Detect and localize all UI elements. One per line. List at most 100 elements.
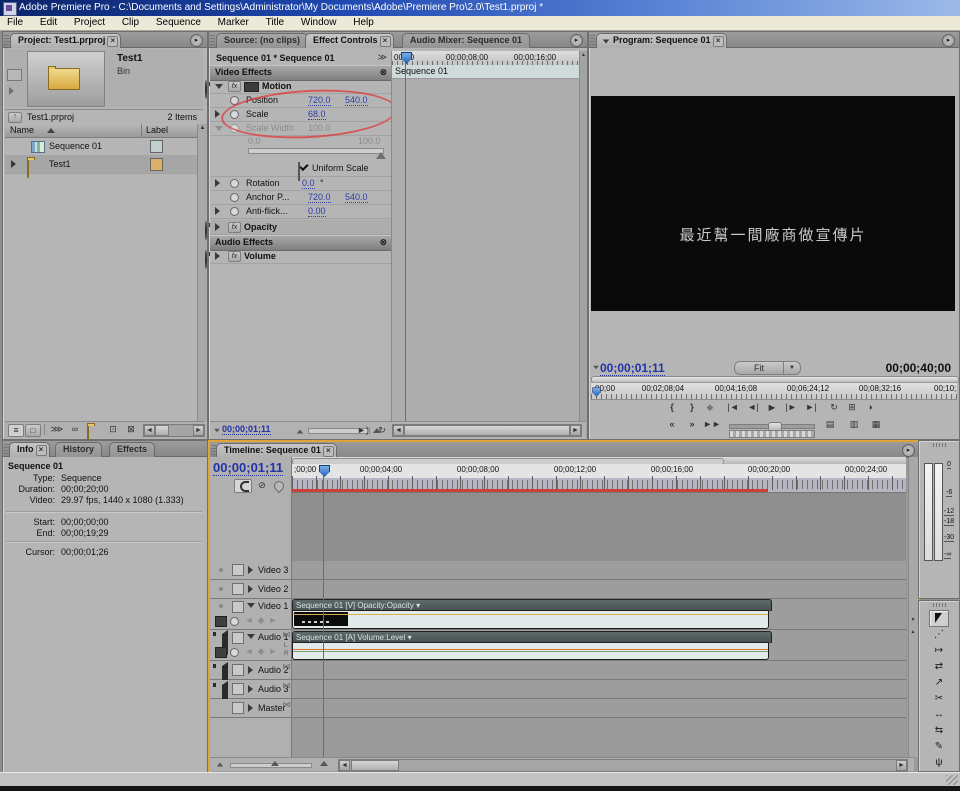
scroll-left-icon[interactable]: ◄ bbox=[339, 760, 350, 771]
timeline-playhead-line[interactable] bbox=[323, 474, 324, 757]
prev-keyframe-icon[interactable]: ◄ bbox=[244, 615, 254, 625]
stopwatch-icon[interactable] bbox=[205, 221, 207, 240]
safe-margins-button[interactable]: ⊞ bbox=[845, 402, 859, 413]
output-button[interactable]: ◑ bbox=[863, 402, 877, 412]
track-lock-toggle[interactable] bbox=[232, 683, 244, 695]
scroll-right-icon[interactable]: ► bbox=[193, 425, 204, 436]
play-audio-icon[interactable]: ►) bbox=[356, 425, 370, 435]
menu-sequence[interactable]: Sequence bbox=[149, 16, 208, 30]
sync-icon[interactable]: ⋈ bbox=[282, 700, 291, 709]
ec-hscrollbar[interactable]: ◄ ► bbox=[392, 424, 582, 437]
keyframe-toggle-icon[interactable] bbox=[230, 96, 239, 105]
expand-icon[interactable] bbox=[248, 685, 253, 693]
panel-grip[interactable] bbox=[933, 443, 947, 447]
delete-icon[interactable]: ⊠ bbox=[124, 424, 138, 435]
scroll-left-icon[interactable]: ◄ bbox=[393, 425, 404, 436]
tab-close-button[interactable]: × bbox=[36, 445, 47, 456]
trim-button[interactable]: ▦ bbox=[869, 419, 883, 430]
ec-vscrollbar[interactable]: ▲ bbox=[579, 51, 587, 438]
effect-row-volume[interactable]: fx Volume bbox=[210, 249, 391, 264]
menu-window[interactable]: Window bbox=[294, 16, 344, 30]
sync-icon[interactable]: ⋈ bbox=[282, 662, 291, 671]
tab-close-button[interactable]: × bbox=[713, 36, 724, 47]
expand-icon[interactable] bbox=[248, 585, 253, 593]
column-label[interactable]: Label bbox=[146, 125, 168, 135]
set-in-button[interactable]: { bbox=[665, 402, 679, 412]
expand-icon[interactable] bbox=[248, 566, 253, 574]
expand-icon[interactable] bbox=[248, 704, 253, 712]
tab-project[interactable]: Project: Test1.prproj × bbox=[10, 33, 121, 48]
panel-grip[interactable] bbox=[933, 603, 947, 607]
zoom-out-icon[interactable] bbox=[217, 763, 223, 767]
antiflicker-value[interactable]: 0.00 bbox=[308, 206, 326, 217]
set-encore-marker-icon[interactable]: ⊘ bbox=[256, 480, 268, 491]
tool-slip[interactable]: ↔ bbox=[930, 708, 948, 723]
go-to-out-button[interactable]: ►| bbox=[803, 402, 819, 412]
list-view-button[interactable]: ≡ bbox=[8, 424, 24, 437]
anchor-x-value[interactable]: 720.0 bbox=[308, 192, 331, 203]
set-out-button[interactable]: } bbox=[685, 402, 699, 412]
sync-icon[interactable]: ⋈ bbox=[282, 681, 291, 690]
timeline-vscrollbar[interactable]: ▼ ▲ bbox=[908, 457, 918, 757]
section-collapse-icon[interactable]: ⊗ bbox=[379, 66, 387, 79]
slider-track[interactable] bbox=[248, 148, 384, 154]
timeline-hscrollbar[interactable]: ◄ ► bbox=[338, 759, 908, 772]
tab-program[interactable]: Program: Sequence 01 × bbox=[596, 33, 727, 48]
go-to-next-edit-button[interactable]: » bbox=[685, 419, 699, 429]
anchor-y-value[interactable]: 540.0 bbox=[345, 192, 368, 203]
go-to-in-button[interactable]: |◄ bbox=[725, 402, 741, 412]
expand-icon[interactable] bbox=[215, 252, 220, 260]
keyframe-toggle-icon[interactable] bbox=[230, 193, 239, 202]
expand-icon[interactable] bbox=[215, 110, 220, 118]
track-lock-toggle[interactable] bbox=[232, 583, 244, 595]
expand-icon[interactable] bbox=[248, 666, 253, 674]
project-row-bin[interactable]: Test1 bbox=[5, 155, 197, 174]
panel-grip[interactable] bbox=[590, 34, 595, 45]
panel-menu-button[interactable]: ▸ bbox=[190, 34, 203, 47]
track-content-audio2[interactable] bbox=[292, 661, 906, 680]
position-y-value[interactable]: 540.0 bbox=[345, 95, 368, 106]
track-content-audio3[interactable] bbox=[292, 680, 906, 699]
position-x-value[interactable]: 720.0 bbox=[308, 95, 331, 106]
panel-menu-button[interactable]: ▸ bbox=[942, 34, 955, 47]
opacity-rubber-band[interactable] bbox=[293, 614, 768, 615]
timeline-ruler[interactable]: ;00;00 00;00;04;00 00;00;08;00 00;00;12;… bbox=[292, 464, 906, 493]
timeline-zoom-slider[interactable] bbox=[230, 763, 312, 768]
set-display-style-icon[interactable] bbox=[215, 616, 227, 627]
prev-keyframe-icon[interactable]: ◄ bbox=[244, 646, 254, 656]
effect-enabled-icon[interactable]: fx bbox=[228, 81, 241, 92]
panel-grip[interactable] bbox=[4, 34, 9, 45]
expand-icon[interactable] bbox=[215, 179, 220, 187]
track-lock-toggle[interactable] bbox=[232, 632, 244, 644]
effect-row-opacity[interactable]: fx Opacity bbox=[210, 220, 391, 235]
scroll-right-icon[interactable]: ► bbox=[570, 425, 581, 436]
ec-ruler[interactable]: 00;00 00;00;08;00 00;00;16;00 bbox=[392, 51, 580, 66]
menu-clip[interactable]: Clip bbox=[115, 16, 146, 30]
loop-button[interactable]: ↻ bbox=[827, 402, 841, 413]
tool-slide[interactable]: ⇆ bbox=[930, 724, 948, 739]
ec-current-timecode[interactable]: 00;00;01;11 bbox=[222, 424, 271, 435]
step-forward-button[interactable]: |► bbox=[783, 402, 799, 412]
effect-enabled-icon[interactable]: fx bbox=[228, 251, 241, 262]
video-clip-body[interactable] bbox=[292, 610, 769, 629]
snap-toggle-button[interactable] bbox=[234, 479, 252, 493]
effect-row-motion[interactable]: fx Motion bbox=[210, 79, 391, 94]
tool-rolling-edit[interactable]: ⇄ bbox=[930, 660, 948, 675]
stopwatch-icon[interactable] bbox=[205, 80, 207, 99]
zoom-slider-thumb[interactable] bbox=[271, 761, 279, 766]
project-vscrollbar[interactable]: ▲ bbox=[197, 124, 207, 421]
tool-ripple-edit[interactable]: ↦ bbox=[930, 644, 948, 659]
tab-close-button[interactable]: × bbox=[107, 36, 118, 47]
tab-info[interactable]: Info × bbox=[9, 442, 50, 457]
keyframe-toggle-icon[interactable] bbox=[230, 207, 239, 216]
scroll-right-icon[interactable]: ► bbox=[896, 760, 907, 771]
preview-play-icon[interactable] bbox=[9, 87, 14, 95]
program-ruler[interactable]: 00;00 00;02;08;04 00;04;16;08 00;06;24;1… bbox=[591, 382, 957, 400]
video-clip[interactable]: Sequence 01 [V] Opacity:Opacity ▾ bbox=[292, 599, 769, 628]
jog-disk[interactable] bbox=[729, 430, 815, 438]
tool-rate-stretch[interactable]: ↗ bbox=[930, 676, 948, 691]
program-current-timecode[interactable]: 00;00;01;11 bbox=[600, 361, 665, 376]
scroll-left-icon[interactable]: ◄ bbox=[144, 425, 155, 436]
label-chip[interactable] bbox=[150, 158, 163, 171]
scroll-up-icon[interactable]: ▲ bbox=[198, 124, 207, 133]
